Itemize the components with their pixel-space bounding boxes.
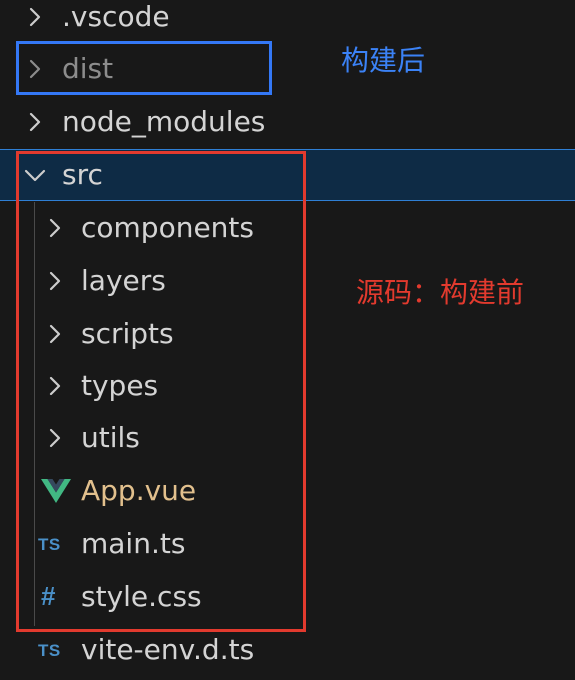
src-highlight-box <box>16 151 306 632</box>
file-explorer-tree: .vscode dist node_modules src components <box>0 0 575 680</box>
tree-item-vscode-folder[interactable]: .vscode <box>0 0 575 43</box>
tree-item-label: node_modules <box>62 105 266 138</box>
dist-highlight-box <box>16 41 272 95</box>
tree-item-label: .vscode <box>62 0 170 33</box>
chevron-right-icon <box>28 0 48 43</box>
chevron-right-icon <box>28 96 48 148</box>
tree-item-node-modules-folder[interactable]: node_modules <box>0 96 575 148</box>
src-annotation-label: 源码：构建前 <box>356 276 525 309</box>
dist-annotation-label: 构建后 <box>341 44 426 77</box>
